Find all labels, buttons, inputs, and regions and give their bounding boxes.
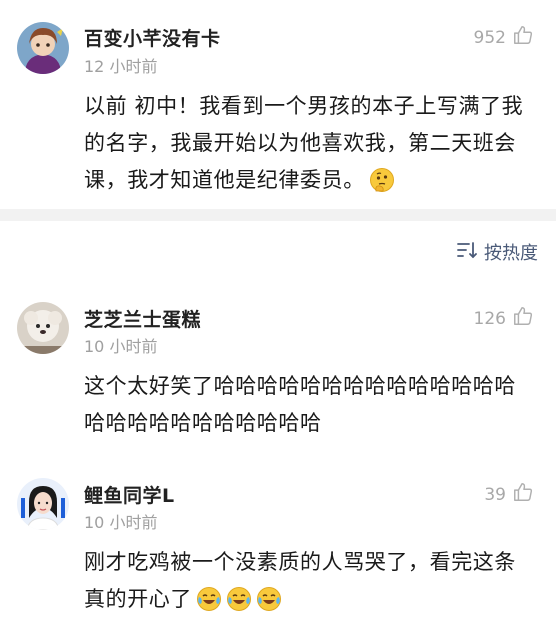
- avatar[interactable]: [17, 22, 69, 74]
- crying-laughing-face-icon: [256, 586, 282, 624]
- like-count: 39: [484, 484, 506, 505]
- avatar[interactable]: [17, 302, 69, 354]
- comment-time: 10 小时前: [84, 513, 158, 532]
- like-count: 952: [473, 27, 506, 48]
- username[interactable]: 芝芝兰士蛋糕: [84, 305, 201, 332]
- thumbs-up-icon: [512, 305, 534, 332]
- comment-text-content: 以前 初中！我看到一个男孩的本子上写满了我的名字，我最开始以为他喜欢我，第二天班…: [84, 94, 524, 192]
- avatar[interactable]: [17, 478, 69, 530]
- sort-icon: [456, 240, 484, 265]
- sort-toggle[interactable]: 按热度: [456, 239, 538, 265]
- thinking-face-icon: [369, 167, 395, 205]
- comment-item[interactable]: 芝芝兰士蛋糕 10 小时前 126 这个太好笑了哈哈哈哈哈哈哈哈哈哈哈哈哈哈哈哈…: [0, 290, 556, 460]
- crying-laughing-face-icon: [226, 586, 252, 624]
- comment-time: 12 小时前: [84, 57, 158, 76]
- comment-text: 这个太好笑了哈哈哈哈哈哈哈哈哈哈哈哈哈哈哈哈哈哈哈哈哈哈哈哈哈: [84, 374, 516, 435]
- thumbs-up-icon: [512, 481, 534, 508]
- like-count: 126: [473, 308, 506, 329]
- comment-text: 以前 初中！我看到一个男孩的本子上写满了我的名字，我最开始以为他喜欢我，第二天班…: [84, 88, 534, 205]
- username[interactable]: 百变小芊没有卡: [84, 24, 221, 51]
- thumbs-up-icon: [512, 24, 534, 51]
- comment-item[interactable]: 鲤鱼同学L 10 小时前 39 刚才吃鸡被一个没素质的人骂哭了，看完这条真的开心…: [0, 466, 556, 621]
- comment-text: 刚才吃鸡被一个没素质的人骂哭了，看完这条真的开心了: [84, 544, 534, 624]
- username[interactable]: 鲤鱼同学L: [84, 481, 175, 508]
- crying-laughing-face-icon: [196, 586, 222, 624]
- like-button[interactable]: 39: [484, 481, 534, 508]
- like-button[interactable]: 952: [474, 24, 534, 51]
- comment-item[interactable]: 百变小芊没有卡 12 小时前 952 以前 初中！我看到一个男孩的本子上写满了我…: [0, 0, 556, 209]
- sort-label[interactable]: 按热度: [484, 239, 538, 265]
- like-button[interactable]: 126: [474, 305, 534, 332]
- section-divider: [0, 209, 556, 221]
- comment-time: 10 小时前: [84, 337, 158, 356]
- comment-text-content: 刚才吃鸡被一个没素质的人骂哭了，看完这条真的开心了: [84, 550, 516, 611]
